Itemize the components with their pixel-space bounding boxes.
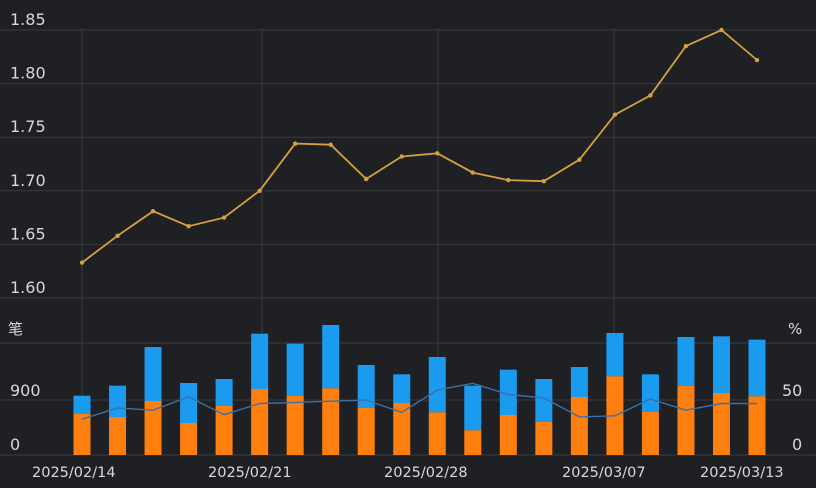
price-point <box>79 260 85 265</box>
price-point <box>683 43 689 49</box>
bar-segment-lower <box>641 411 659 455</box>
bar-segment-upper <box>180 383 198 423</box>
price-point <box>115 233 120 239</box>
bar-segment-upper <box>393 374 411 403</box>
price-point <box>221 215 227 220</box>
bar-segment-lower <box>109 417 127 455</box>
right-tick-0: 0 <box>792 435 802 454</box>
price-line <box>81 28 758 264</box>
bar-segment-upper <box>570 367 588 397</box>
bar-segment-lower <box>677 385 695 455</box>
price-tick-label: 1.70 <box>10 171 46 190</box>
right-tick-50: 50 <box>782 381 802 400</box>
left-tick-900: 900 <box>10 381 41 400</box>
bar-segment-lower <box>322 388 340 455</box>
bar-segment-upper <box>748 339 766 397</box>
price-point <box>364 176 369 182</box>
price-point <box>470 170 475 175</box>
date-tick: 2025/02/14 <box>32 465 116 481</box>
price-line-layer <box>79 27 760 265</box>
bar-segment-upper <box>677 337 695 386</box>
price-point <box>186 223 191 229</box>
date-tick: 2025/02/21 <box>208 465 292 481</box>
bar-segment-upper <box>712 336 730 393</box>
bar-segment-upper <box>215 379 233 406</box>
bar-segment-upper <box>109 385 127 417</box>
bar-segment-upper <box>286 343 304 396</box>
price-point <box>754 57 760 63</box>
price-tick-label: 1.85 <box>10 10 46 29</box>
price-point <box>399 154 404 159</box>
bar-segment-upper <box>322 325 340 389</box>
bar-segment-upper <box>641 374 659 412</box>
bar-segment-lower <box>464 430 482 455</box>
price-point <box>292 141 298 146</box>
bar-segment-upper <box>606 333 624 377</box>
left-unit-label: 笔 <box>8 320 23 338</box>
price-tick-label: 1.80 <box>10 64 46 83</box>
date-tick: 2025/03/07 <box>562 465 646 481</box>
price-point <box>577 157 582 162</box>
bar-segment-lower <box>499 415 517 455</box>
price-tick-label: 1.65 <box>10 224 46 243</box>
left-tick-0: 0 <box>10 435 20 454</box>
price-point <box>150 208 156 214</box>
date-tick: 2025/03/13 <box>700 465 784 481</box>
bar-segment-lower <box>712 393 730 455</box>
bar-segment-lower <box>357 407 375 455</box>
price-tick-label: 1.60 <box>10 278 46 297</box>
bar-segment-upper <box>144 347 162 401</box>
price-y-axis: 1.60 1.65 1.70 1.75 1.80 1.85 <box>10 10 46 297</box>
right-unit-label: % <box>788 320 802 338</box>
bar-segment-lower <box>251 389 269 455</box>
bar-segment-upper <box>464 385 482 431</box>
bar-segment-lower <box>73 413 91 455</box>
bar-segment-lower <box>180 423 198 455</box>
price-point <box>648 93 653 98</box>
price-point <box>541 178 547 184</box>
bar-segment-lower <box>570 397 588 455</box>
volume-bars <box>73 325 766 455</box>
bar-segment-upper <box>251 333 269 389</box>
bar-segment-lower <box>144 401 162 455</box>
bar-segment-upper <box>73 395 91 414</box>
price-tick-label: 1.75 <box>10 117 46 136</box>
bar-segment-upper <box>357 365 375 408</box>
date-tick: 2025/02/28 <box>384 465 468 481</box>
bar-segment-upper <box>428 357 446 413</box>
bar-segment-lower <box>286 395 304 455</box>
bar-segment-lower <box>748 396 766 455</box>
price-point <box>719 27 724 33</box>
price-point <box>435 151 440 156</box>
chart: 1.601.651.701.751.801.85 笔 % 0 900 0 50 … <box>0 10 816 481</box>
bar-segment-lower <box>535 421 553 455</box>
price-point <box>506 177 511 183</box>
bar-segment-lower <box>428 412 446 455</box>
price-point <box>328 142 333 147</box>
date-axis: 2025/02/14 2025/02/21 2025/02/28 2025/03… <box>32 465 784 481</box>
price-point <box>257 188 262 193</box>
price-point <box>612 112 618 117</box>
